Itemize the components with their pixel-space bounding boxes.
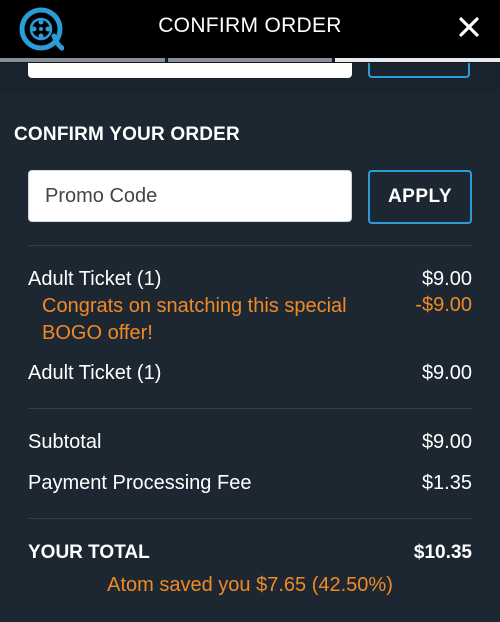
subtotal-amount: $9.00 [421, 431, 472, 453]
promo-code-input[interactable] [28, 170, 352, 222]
fee-amount: $1.35 [421, 472, 472, 494]
line-item-label: Adult Ticket (1) [28, 362, 162, 384]
total-amount: $10.35 [413, 542, 472, 563]
savings-text: Atom saved you $7.65 (42.50%) [107, 574, 393, 596]
fee-label: Payment Processing Fee [28, 472, 252, 494]
line-item-amount: $9.00 [421, 268, 472, 290]
confirm-order-screen: CONFIRM ORDER CONFIRM YOUR ORDER APPLY A… [0, 0, 500, 622]
line-item-amount: $9.00 [421, 362, 472, 384]
divider [28, 408, 472, 409]
scroll-segment [0, 58, 165, 62]
scroll-segment [168, 58, 332, 62]
page-title: CONFIRM ORDER [158, 14, 342, 37]
scrolled-content-peek [0, 58, 500, 94]
scroll-segment-active [335, 58, 500, 62]
close-icon[interactable] [454, 12, 484, 42]
section-title: CONFIRM YOUR ORDER [14, 124, 240, 145]
header-bar: CONFIRM ORDER [0, 0, 500, 58]
total-label: YOUR TOTAL [28, 542, 150, 563]
scroll-indicator [0, 58, 500, 63]
subtotal-label: Subtotal [28, 431, 102, 453]
discount-amount: -$9.00 [415, 294, 472, 316]
divider [28, 245, 472, 246]
apply-button[interactable]: APPLY [368, 170, 472, 224]
discount-message: Congrats on snatching this special BOGO … [42, 295, 347, 344]
line-item-label: Adult Ticket (1) [28, 268, 162, 290]
divider [28, 518, 472, 519]
order-summary-panel: CONFIRM YOUR ORDER APPLY Adult Ticket (1… [0, 94, 500, 622]
